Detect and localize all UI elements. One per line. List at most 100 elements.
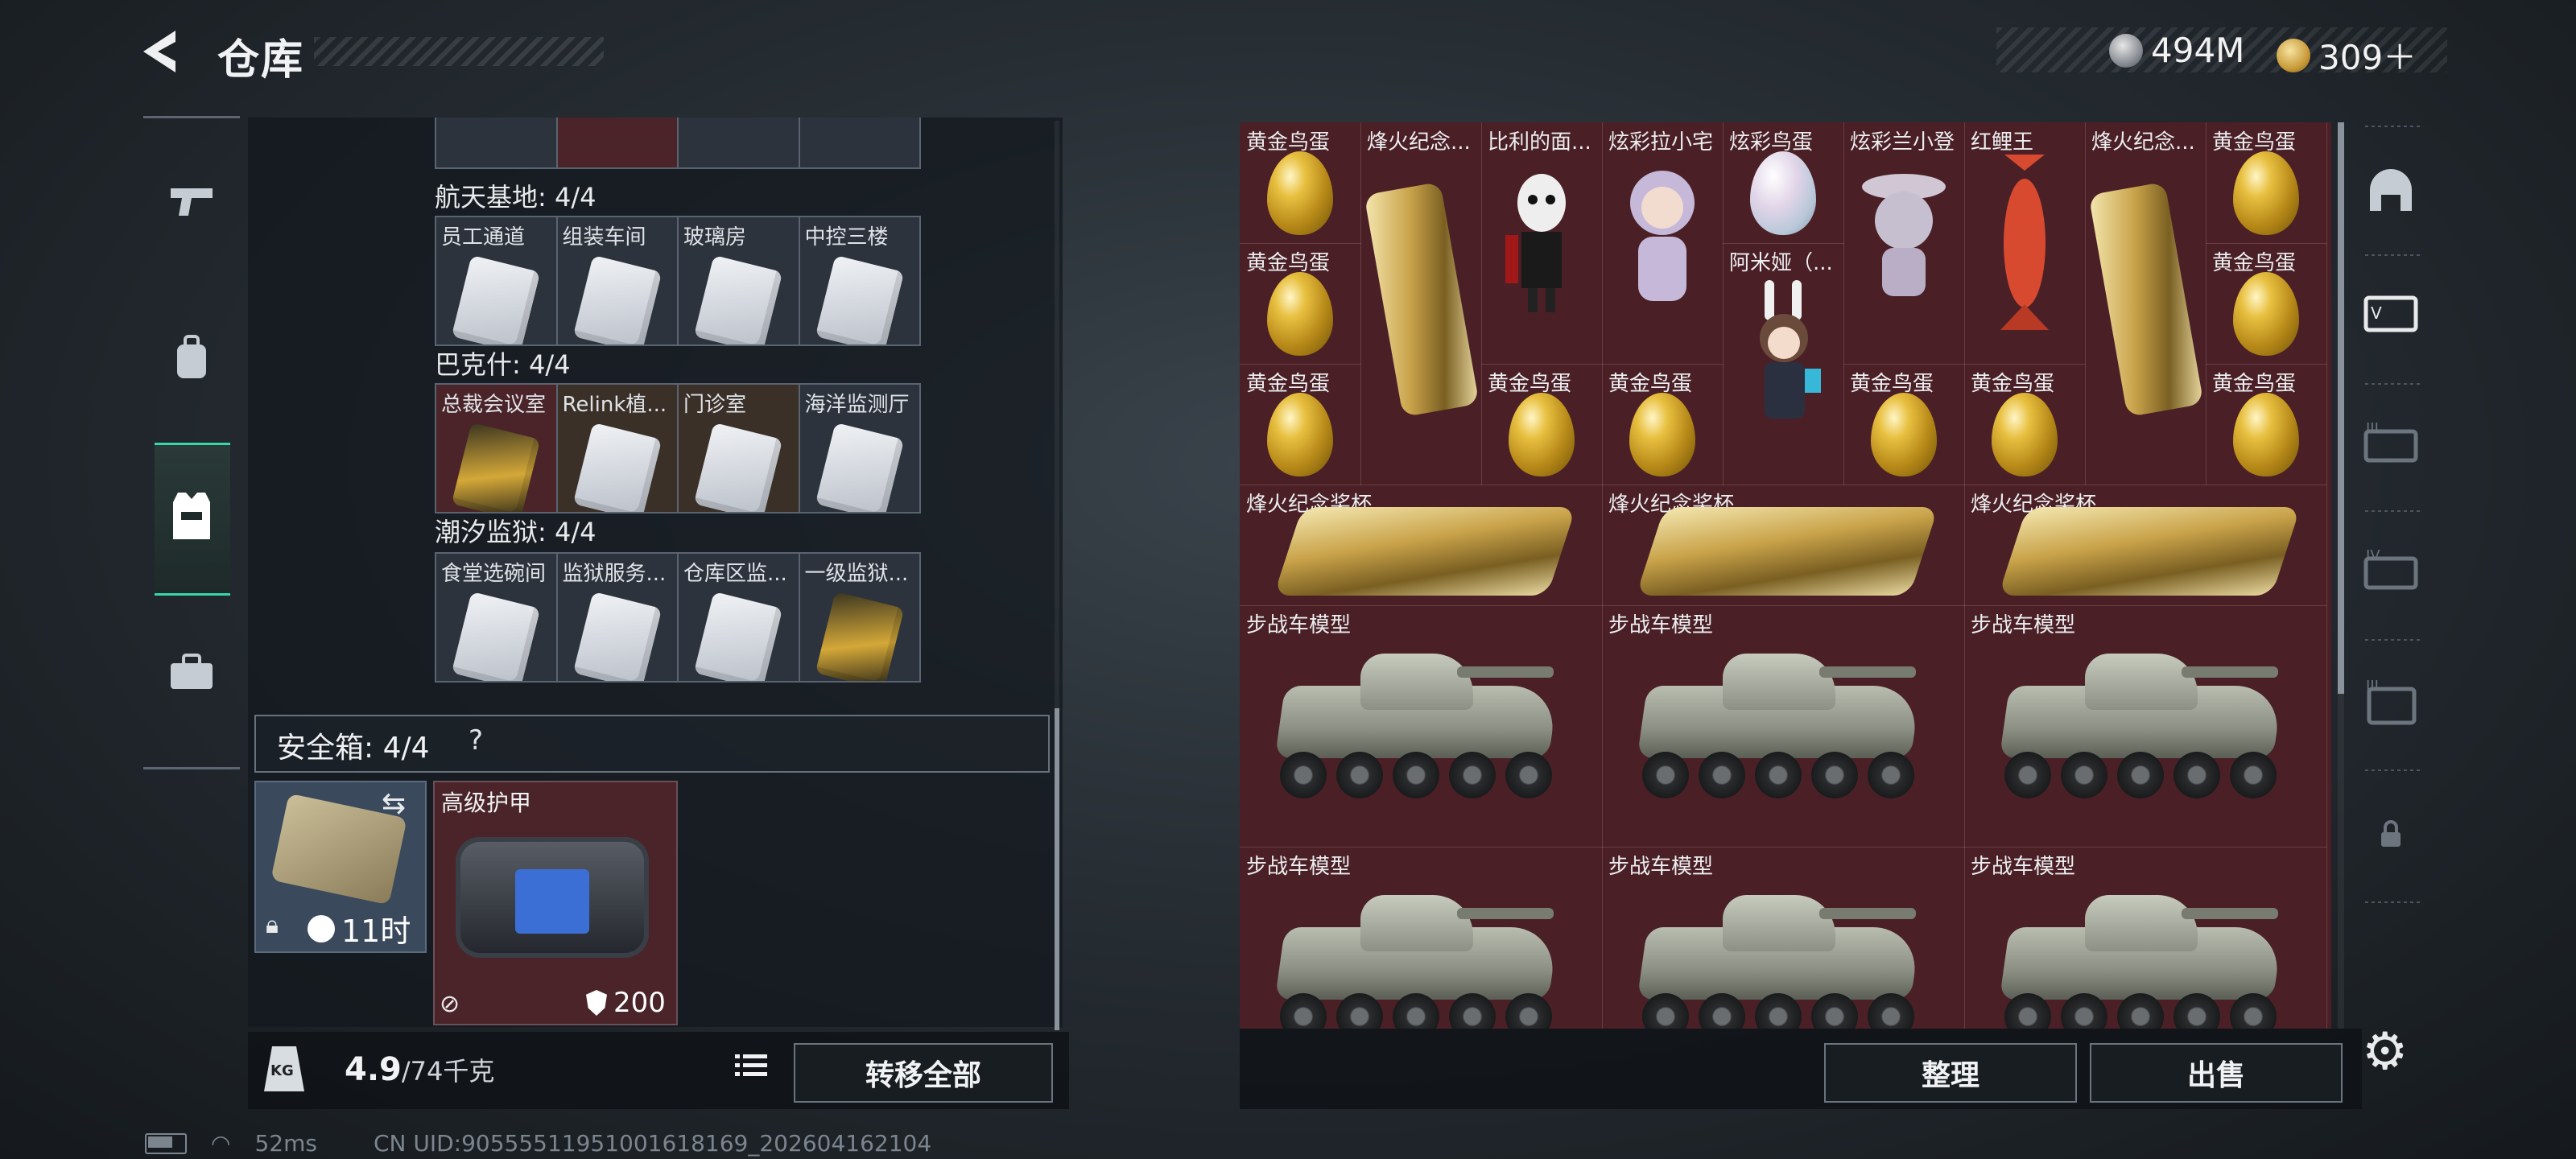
- item-label: 黄金鸟蛋: [1488, 372, 1572, 396]
- item-slot[interactable]: 黄金鸟蛋: [1843, 364, 1965, 485]
- key-label: 一级监狱...: [804, 562, 909, 586]
- category-backpack[interactable]: [155, 298, 229, 419]
- storage-scrollbar-track[interactable]: [1055, 121, 1059, 708]
- item-slot[interactable]: 黄金鸟蛋: [2206, 122, 2327, 244]
- key-label: 员工通道: [441, 225, 526, 250]
- weight-value: 4.9: [345, 1051, 402, 1088]
- category-toolbox[interactable]: [155, 612, 229, 732]
- transfer-all-button[interactable]: 转移全部: [794, 1043, 1053, 1103]
- key-cell[interactable]: 一级监狱...: [799, 554, 919, 681]
- key-cell[interactable]: 门诊室: [679, 385, 800, 512]
- key-cell[interactable]: 员工通道: [436, 217, 558, 344]
- tab-helmet[interactable]: [2359, 158, 2423, 222]
- tab-locked[interactable]: [2359, 802, 2423, 866]
- item-label: 步战车模型: [1246, 613, 1352, 637]
- golden-egg-icon: [1992, 393, 2058, 476]
- key-label: 监狱服务...: [562, 562, 667, 586]
- item-slot[interactable]: 黄金鸟蛋: [1240, 122, 1361, 244]
- key-label: 食堂选碗间: [441, 562, 547, 586]
- key-cell[interactable]: 仓库区监...: [679, 554, 800, 681]
- item-slot[interactable]: 步战车模型: [1964, 605, 2327, 848]
- tab-level4-ticket[interactable]: IV: [2359, 539, 2423, 604]
- item-slot[interactable]: 烽火纪念奖杯: [1602, 485, 1965, 606]
- item-slot[interactable]: 步战车模型: [1602, 847, 1965, 1029]
- wifi-icon: ◠: [211, 1130, 231, 1157]
- item-slot[interactable]: 黄金鸟蛋: [2206, 364, 2327, 485]
- item-slot[interactable]: 炫彩兰小登: [1843, 122, 1965, 365]
- safe-box-label: 安全箱: 4/4: [277, 732, 430, 765]
- item-slot[interactable]: 烽火纪念...: [1360, 122, 1482, 485]
- item-slot[interactable]: 炫彩鸟蛋: [1723, 122, 1844, 244]
- key-cell[interactable]: 总裁会议室: [436, 385, 558, 512]
- category-vest[interactable]: [155, 456, 229, 576]
- item-slot[interactable]: 黄金鸟蛋: [1240, 243, 1361, 365]
- weight-icon-text: KG: [270, 1062, 294, 1079]
- key-label: 组装车间: [562, 225, 646, 250]
- item-slot[interactable]: 比利的面...: [1481, 122, 1603, 365]
- grid-scrollbar-thumb[interactable]: [2338, 122, 2344, 694]
- category-weapons[interactable]: [155, 142, 229, 262]
- safe-box-timer: 11时: [308, 906, 411, 951]
- item-slot[interactable]: 红鲤王: [1964, 122, 2086, 365]
- tab-armor-ticket[interactable]: V: [2359, 282, 2423, 346]
- item-slot[interactable]: 烽火纪念奖杯: [1240, 485, 1603, 606]
- settings-button[interactable]: ⚙: [2362, 1022, 2408, 1082]
- lock-icon: [2381, 820, 2401, 847]
- sell-button[interactable]: 出售: [2090, 1043, 2343, 1103]
- list-view-button[interactable]: [729, 1050, 773, 1090]
- key-cell[interactable]: 组装车间: [557, 217, 679, 344]
- help-icon[interactable]: ?: [469, 724, 483, 757]
- section-title: 巴克什: 4/4: [435, 349, 571, 380]
- clock-icon: [308, 914, 335, 942]
- backpack-icon: [177, 335, 206, 378]
- back-button[interactable]: [138, 27, 190, 76]
- golden-egg-icon: [1267, 151, 1333, 235]
- key-cell[interactable]: Relink植...: [557, 385, 679, 512]
- item-label: 步战车模型: [1971, 855, 2076, 879]
- key-cell[interactable]: 中控三楼: [799, 217, 919, 344]
- gold-currency[interactable]: 309＋: [2277, 31, 2417, 80]
- item-slot[interactable]: 烽火纪念奖杯: [1964, 485, 2327, 606]
- key-cell[interactable]: 海洋监测厅: [799, 385, 919, 512]
- storage-scrollbar-thumb[interactable]: [1055, 708, 1059, 1030]
- sort-button[interactable]: 整理: [1824, 1043, 2077, 1103]
- item-slot[interactable]: 步战车模型: [1964, 847, 2327, 1029]
- swap-icon[interactable]: ⇆: [382, 787, 406, 820]
- gold-amount: 309＋: [2318, 38, 2417, 77]
- status-bar: ◠ 52ms CN UID:9055551195100161816​9_2026…: [145, 1130, 931, 1157]
- key-cell[interactable]: [679, 118, 800, 167]
- key-cell[interactable]: 食堂选碗间: [436, 554, 558, 681]
- rail-divider: [2365, 769, 2421, 771]
- item-slot[interactable]: 烽火纪念...: [2085, 122, 2207, 485]
- tab-level3-map[interactable]: III: [2359, 670, 2423, 734]
- key-cell[interactable]: 玻璃房: [679, 217, 800, 344]
- golden-egg-icon: [1267, 393, 1333, 476]
- puppet-doll-icon: [1505, 174, 1566, 312]
- svg-text:III: III: [2366, 422, 2379, 437]
- item-slot[interactable]: 阿米娅（...: [1723, 243, 1844, 485]
- armor-ticket-icon: V: [2363, 295, 2418, 332]
- key-row: 总裁会议室 Relink植... 门诊室 海洋监测厅: [435, 383, 921, 514]
- key-cell[interactable]: [557, 118, 679, 167]
- amiya-figure-icon: [1760, 280, 1821, 419]
- golden-egg-icon: [2233, 151, 2299, 235]
- tab-level3-ticket[interactable]: III: [2359, 412, 2423, 476]
- item-label: 步战车模型: [1608, 613, 1714, 637]
- key-cell[interactable]: [799, 118, 919, 167]
- item-slot[interactable]: 炫彩拉小宅: [1602, 122, 1724, 365]
- item-slot[interactable]: 步战车模型: [1240, 847, 1603, 1029]
- keycard-icon: [815, 422, 904, 512]
- item-slot[interactable]: 黄金鸟蛋: [2206, 243, 2327, 365]
- item-slot[interactable]: 黄金鸟蛋: [1481, 364, 1603, 485]
- key-cell[interactable]: [436, 118, 558, 167]
- back-arrow-icon: [143, 31, 175, 72]
- armor-panel-decoration: [515, 869, 589, 934]
- item-label: 炫彩鸟蛋: [1729, 130, 1814, 155]
- key-cell[interactable]: 监狱服务...: [557, 554, 679, 681]
- silver-currency[interactable]: 494M: [2109, 31, 2244, 70]
- item-slot[interactable]: 黄金鸟蛋: [1240, 364, 1361, 485]
- item-slot[interactable]: 步战车模型: [1240, 605, 1603, 848]
- item-slot[interactable]: 黄金鸟蛋: [1964, 364, 2086, 485]
- item-slot[interactable]: 步战车模型: [1602, 605, 1965, 848]
- item-slot[interactable]: 黄金鸟蛋: [1602, 364, 1724, 485]
